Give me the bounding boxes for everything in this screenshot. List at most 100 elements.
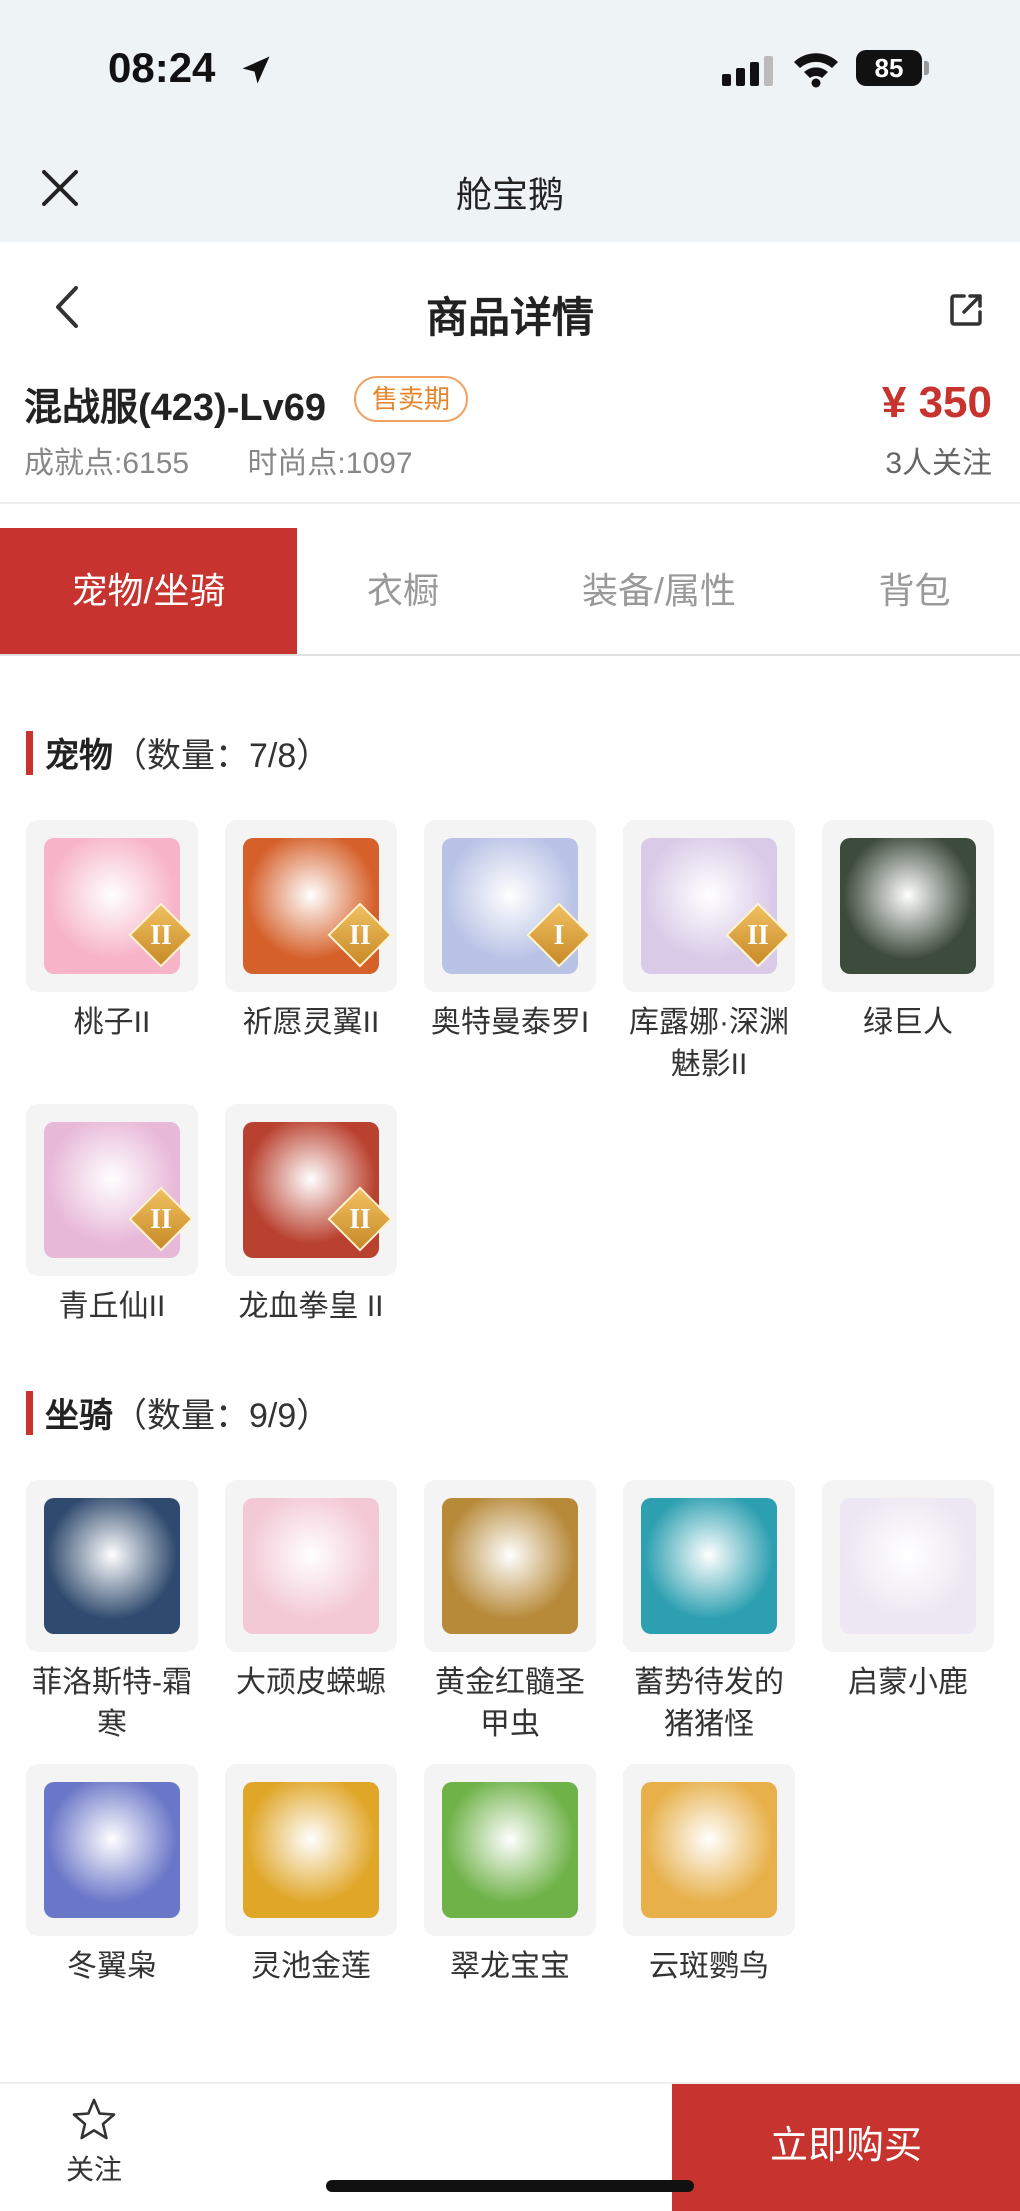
tier-label: II — [150, 1204, 172, 1235]
item-name: 桃子II — [73, 1006, 151, 1039]
item-thumbnail: II — [26, 820, 198, 992]
tier-label: II — [747, 920, 769, 951]
pets-section-title: 宠物（数量：7/8） — [26, 728, 330, 777]
grid-item[interactable]: II 祈愿灵翼II — [225, 820, 397, 1044]
product-stats: 成就点:6155 时尚点:1097 — [24, 438, 463, 482]
grid-item[interactable]: II 桃子II — [26, 820, 198, 1044]
section-accent-bar — [26, 1390, 33, 1435]
battery-level: 85 — [856, 50, 922, 86]
item-name: 龙血拳皇 II — [238, 1290, 384, 1323]
product-price: ¥ 350 — [881, 378, 992, 427]
cellular-signal-icon — [722, 56, 773, 86]
tier-label: II — [349, 1204, 371, 1235]
achievement-points: 成就点:6155 — [24, 447, 189, 480]
grid-item[interactable]: 蓄势待发的猪猪怪 — [623, 1480, 795, 1746]
item-thumbnail — [424, 1764, 596, 1936]
baby-dragon-icon — [442, 1782, 578, 1918]
tab-bar: 宠物/坐骑 衣橱 装备/属性 背包 — [0, 528, 1020, 656]
item-thumbnail — [623, 1764, 795, 1936]
tier-label: II — [349, 920, 371, 951]
home-indicator — [326, 2180, 694, 2192]
grid-item[interactable]: 冬翼枭 — [26, 1764, 198, 1988]
battery-tip — [924, 61, 929, 75]
item-name: 大顽皮蝾螈 — [236, 1666, 386, 1699]
tab-pets-mounts[interactable]: 宠物/坐骑 — [0, 528, 297, 654]
tab-backpack[interactable]: 背包 — [809, 528, 1020, 654]
item-thumbnail: II — [225, 820, 397, 992]
item-thumbnail — [26, 1480, 198, 1652]
star-icon — [72, 2098, 116, 2140]
item-thumbnail — [225, 1480, 397, 1652]
grid-item[interactable]: 菲洛斯特-霜寒 — [26, 1480, 198, 1746]
miniapp-title: 舱宝鹅 — [455, 174, 564, 215]
product-name: 混战服(423)-Lv69 — [24, 387, 326, 429]
mounts-title: 坐骑 — [45, 1397, 113, 1435]
item-name: 绿巨人 — [863, 1006, 953, 1039]
item-thumbnail: II — [26, 1104, 198, 1276]
golden-lotus-icon — [243, 1782, 379, 1918]
grid-item[interactable]: II 青丘仙II — [26, 1104, 198, 1328]
item-thumbnail — [26, 1764, 198, 1936]
follow-label: 关注 — [65, 2154, 122, 2185]
tier-label: I — [553, 920, 565, 951]
grid-item[interactable]: II 库露娜·深渊魅影II — [623, 820, 795, 1086]
item-name: 青丘仙II — [58, 1290, 166, 1323]
item-name: 祈愿灵翼II — [242, 1006, 380, 1039]
item-thumbnail — [822, 820, 994, 992]
fashion-value: 1097 — [345, 447, 413, 480]
mounts-section-title: 坐骑（数量：9/9） — [26, 1388, 330, 1437]
buy-now-button[interactable]: 立即购买 — [672, 2084, 1020, 2211]
fashion-label: 时尚点: — [247, 447, 346, 480]
followers-count: 3人关注 — [885, 447, 992, 480]
owl-icon — [44, 1782, 180, 1918]
item-thumbnail — [822, 1480, 994, 1652]
tab-equipment[interactable]: 装备/属性 — [509, 528, 809, 654]
share-icon[interactable] — [948, 292, 984, 328]
item-name: 蓄势待发的猪猪怪 — [634, 1666, 784, 1741]
pig-monster-icon — [641, 1498, 777, 1634]
hulk-icon — [840, 838, 976, 974]
item-thumbnail: II — [623, 820, 795, 992]
item-name: 灵池金莲 — [251, 1950, 371, 1983]
item-name: 启蒙小鹿 — [848, 1666, 968, 1699]
grid-item[interactable]: 大顽皮蝾螈 — [225, 1480, 397, 1704]
achievement-label: 成就点: — [24, 447, 123, 480]
item-thumbnail: I — [424, 820, 596, 992]
grid-item[interactable]: 黄金红髓圣甲虫 — [424, 1480, 596, 1746]
grid-item[interactable]: 翠龙宝宝 — [424, 1764, 596, 1988]
item-thumbnail — [225, 1764, 397, 1936]
item-name: 库露娜·深渊魅影II — [629, 1006, 789, 1081]
battery-indicator: 85 — [856, 50, 929, 86]
grid-item[interactable]: 灵池金莲 — [225, 1764, 397, 1988]
grid-item[interactable]: II 龙血拳皇 II — [225, 1104, 397, 1328]
fashion-points: 时尚点:1097 — [247, 447, 412, 480]
sale-status-badge: 售卖期 — [354, 376, 469, 422]
frost-dragon-icon — [44, 1498, 180, 1634]
item-name: 黄金红髓圣甲虫 — [435, 1666, 585, 1741]
achievement-value: 6155 — [122, 447, 190, 480]
item-name: 冬翼枭 — [67, 1950, 157, 1983]
product-header: 混战服(423)-Lv69 售卖期 ¥ 350 成就点:6155 时尚点:109… — [0, 372, 1020, 504]
tier-label: II — [150, 920, 172, 951]
grid-item[interactable]: 云斑鹦鸟 — [623, 1764, 795, 1988]
miniapp-bar: 舱宝鹅 — [0, 130, 1020, 242]
section-accent-bar — [26, 730, 33, 775]
golden-beetle-icon — [442, 1498, 578, 1634]
status-time: 08:24 — [108, 44, 216, 91]
pets-count: （数量：7/8） — [113, 737, 331, 775]
item-thumbnail — [623, 1480, 795, 1652]
item-name: 奥特曼泰罗I — [430, 1006, 590, 1039]
item-name: 翠龙宝宝 — [450, 1950, 570, 1983]
grid-item[interactable]: 启蒙小鹿 — [822, 1480, 994, 1704]
grid-item[interactable]: I 奥特曼泰罗I — [424, 820, 596, 1044]
page-title: 商品详情 — [425, 294, 594, 341]
tab-wardrobe[interactable]: 衣橱 — [297, 528, 509, 654]
follow-button[interactable]: 关注 — [44, 2096, 144, 2188]
item-thumbnail — [424, 1480, 596, 1652]
item-thumbnail: II — [225, 1104, 397, 1276]
item-name: 云斑鹦鸟 — [649, 1950, 769, 1983]
grid-item[interactable]: 绿巨人 — [822, 820, 994, 1044]
pets-title: 宠物 — [45, 737, 113, 775]
location-arrow-icon — [242, 56, 270, 84]
parrot-icon — [641, 1782, 777, 1918]
